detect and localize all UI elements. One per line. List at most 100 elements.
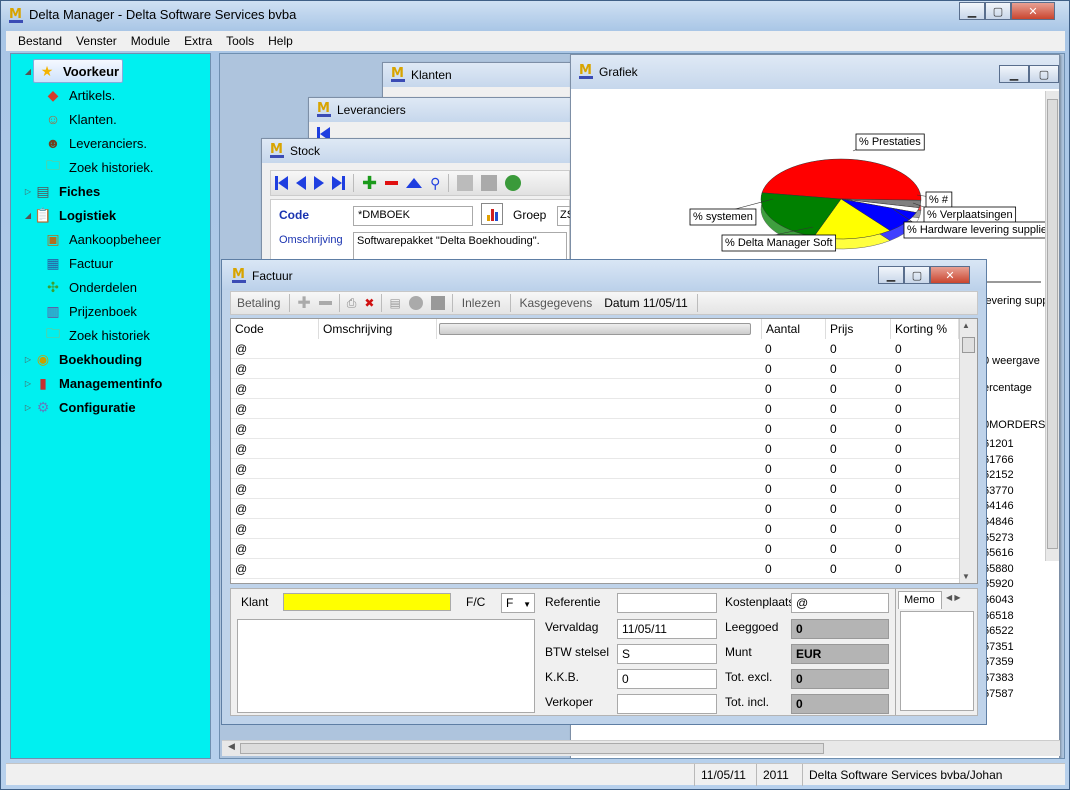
menu-tools[interactable]: Tools <box>219 34 261 48</box>
column-header-omschrijving[interactable]: Omschrijving <box>319 319 437 339</box>
sidebar-item-zoek-historiek[interactable]: 🗀 Zoek historiek. <box>43 156 154 178</box>
table-cell-code[interactable]: @ <box>231 439 247 459</box>
kasgegevens-button[interactable]: Kasgegevens <box>514 296 599 310</box>
klant-input[interactable] <box>283 593 451 611</box>
expanded-arrow-icon[interactable]: ◢ <box>23 67 33 76</box>
sidebar-item-logistiek[interactable]: ◢ 📋 Logistiek <box>23 204 116 226</box>
table-row[interactable]: @0 0 0 <box>231 359 959 379</box>
sidebar-item-voorkeur[interactable]: ◢ ★ Voorkeur <box>23 59 124 83</box>
grafiek-scroll-thumb[interactable] <box>1047 99 1058 549</box>
print-icon[interactable]: ⎙ <box>343 296 361 311</box>
sidebar-item-leveranciers[interactable]: ☻ Leveranciers. <box>43 132 147 154</box>
add-row-icon[interactable]: ✚ <box>293 293 314 313</box>
grafiek-scrollbar[interactable] <box>1045 91 1059 561</box>
mdi-horizontal-scrollbar[interactable]: ◀ <box>222 740 1060 756</box>
column-header-prijs[interactable]: Prijs <box>826 319 891 339</box>
expanded-arrow-icon[interactable]: ◢ <box>23 211 33 220</box>
table-cell-korting[interactable]: 0 <box>891 559 902 579</box>
kostenplaats-input[interactable]: @ <box>791 593 889 613</box>
memo-tab[interactable]: Memo <box>898 591 942 609</box>
search-icon[interactable]: ⚲ <box>430 175 440 192</box>
scroll-down-icon[interactable]: ▼ <box>962 572 970 581</box>
grafiek-minimize-button[interactable]: ▁ <box>999 65 1029 83</box>
factuur-close-button[interactable]: ✕ <box>930 266 970 284</box>
table-row[interactable]: @0 0 0 <box>231 499 959 519</box>
table-cell-korting[interactable]: 0 <box>891 519 902 539</box>
table-cell-code[interactable]: @ <box>231 379 247 399</box>
code-input[interactable]: *DMBOEK <box>353 206 473 226</box>
table-cell-omschrijving[interactable] <box>319 499 323 519</box>
table-row[interactable]: @0 0 0 <box>231 379 959 399</box>
close-button[interactable]: ✕ <box>1011 2 1055 20</box>
collapsed-arrow-icon[interactable]: ▷ <box>23 379 33 388</box>
column-header-korting[interactable]: Korting % <box>891 319 959 339</box>
sidebar-item-managementinfo[interactable]: ▷ ▮ Managementinfo <box>23 372 162 394</box>
table-cell-korting[interactable]: 0 <box>891 339 902 359</box>
tool-icon[interactable] <box>457 175 474 191</box>
memo-textarea[interactable] <box>900 611 974 711</box>
chart-button[interactable] <box>481 203 503 225</box>
table-cell-prijs[interactable]: 0 <box>826 359 837 379</box>
scroll-left-icon[interactable]: ◀ <box>228 741 235 752</box>
table-row[interactable]: @0 0 0 <box>231 399 959 419</box>
sidebar-item-prijzenboek[interactable]: ▥ Prijzenboek <box>43 300 137 322</box>
factuur-minimize-button[interactable]: ▁ <box>878 266 904 284</box>
table-cell-omschrijving[interactable] <box>319 419 323 439</box>
last-record-button[interactable] <box>332 176 345 190</box>
table-cell-prijs[interactable]: 0 <box>826 419 837 439</box>
table-cell-korting[interactable]: 0 <box>891 379 902 399</box>
table-cell-code[interactable]: @ <box>231 419 247 439</box>
table-cell-prijs[interactable]: 0 <box>826 499 837 519</box>
table-cell-aantal[interactable]: 0 <box>761 339 772 359</box>
table-cell-aantal[interactable]: 0 <box>761 499 772 519</box>
table-cell-korting[interactable]: 0 <box>891 399 902 419</box>
referentie-input[interactable] <box>617 593 717 613</box>
grid-scroll-thumb[interactable] <box>962 337 975 353</box>
next-record-button[interactable] <box>314 176 324 190</box>
table-cell-aantal[interactable]: 0 <box>761 359 772 379</box>
up-icon[interactable] <box>406 178 423 188</box>
sidebar-item-boekhouding[interactable]: ▷ ◉ Boekhouding <box>23 348 142 370</box>
minimize-button[interactable]: ▁ <box>959 2 985 20</box>
table-cell-prijs[interactable]: 0 <box>826 479 837 499</box>
table-cell-korting[interactable]: 0 <box>891 499 902 519</box>
table-cell-prijs[interactable]: 0 <box>826 399 837 419</box>
table-cell-aantal[interactable]: 0 <box>761 419 772 439</box>
table-cell-prijs[interactable]: 0 <box>826 539 837 559</box>
table-cell-prijs[interactable]: 0 <box>826 339 837 359</box>
table-cell-aantal[interactable]: 0 <box>761 559 772 579</box>
table-row[interactable]: @0 0 0 <box>231 439 959 459</box>
table-cell-korting[interactable]: 0 <box>891 539 902 559</box>
grafiek-titlebar[interactable]: Grafiek ▁ ▢ <box>571 55 1059 89</box>
tool-icon[interactable] <box>481 175 498 191</box>
table-cell-omschrijving[interactable] <box>319 339 323 359</box>
menu-help[interactable]: Help <box>261 34 300 48</box>
remove-icon[interactable] <box>385 181 399 185</box>
btw-stelsel-input[interactable]: S <box>617 644 717 664</box>
column-header-code[interactable]: Code <box>231 319 319 339</box>
collapsed-arrow-icon[interactable]: ▷ <box>23 187 33 196</box>
menu-bestand[interactable]: Bestand <box>11 34 69 48</box>
table-cell-prijs[interactable]: 0 <box>826 439 837 459</box>
maximize-button[interactable]: ▢ <box>985 2 1011 20</box>
table-cell-korting[interactable]: 0 <box>891 439 902 459</box>
table-cell-prijs[interactable]: 0 <box>826 559 837 579</box>
table-cell-omschrijving[interactable] <box>319 439 323 459</box>
add-icon[interactable]: ✚ <box>362 174 377 192</box>
table-cell-code[interactable]: @ <box>231 479 247 499</box>
table-cell-aantal[interactable]: 0 <box>761 399 772 419</box>
document-icon[interactable]: ▤ <box>385 296 404 310</box>
table-row[interactable]: @0 0 0 <box>231 559 959 579</box>
inlezen-button[interactable]: Inlezen <box>456 296 507 310</box>
table-row[interactable]: @0 0 0 <box>231 539 959 559</box>
table-cell-code[interactable]: @ <box>231 499 247 519</box>
omschrijving-input[interactable]: Softwarepakket "Delta Boekhouding". <box>353 232 567 262</box>
table-row[interactable]: @0 0 0 <box>231 339 959 359</box>
table-row[interactable]: @0 0 0 <box>231 479 959 499</box>
table-cell-omschrijving[interactable] <box>319 479 323 499</box>
table-cell-omschrijving[interactable] <box>319 559 323 579</box>
title-bar[interactable]: Delta Manager - Delta Software Services … <box>1 1 1069 29</box>
tab-scroll-left-icon[interactable]: ◀ ▶ <box>946 593 961 602</box>
sidebar-item-fiches[interactable]: ▷ ▤ Fiches <box>23 180 100 202</box>
table-row[interactable]: @0 0 0 <box>231 519 959 539</box>
